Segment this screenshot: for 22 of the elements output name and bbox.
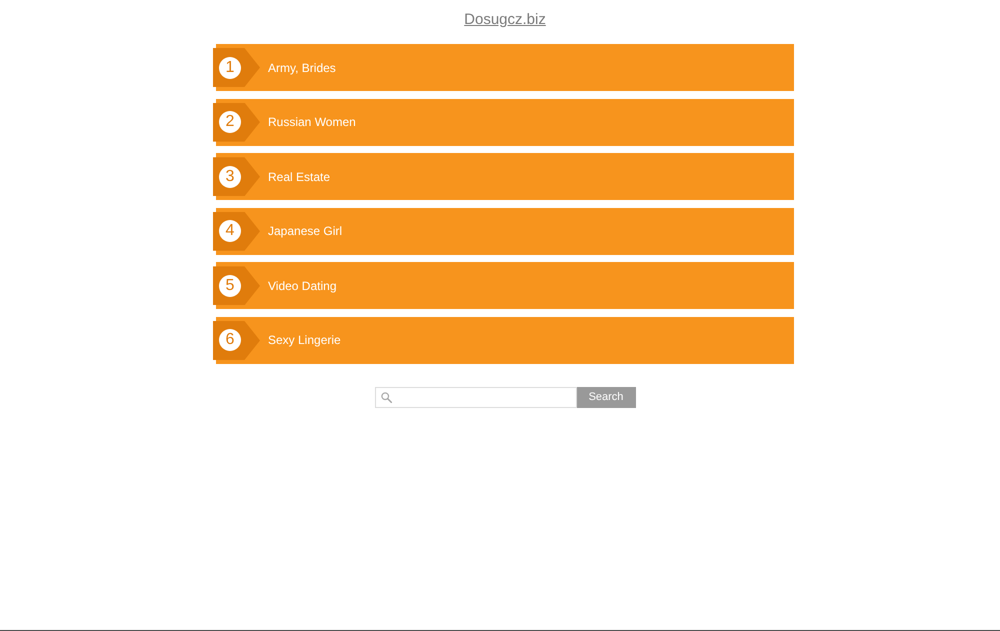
link-bar[interactable]: 3 Real Estate [216,153,794,200]
number-badge: 6 [219,329,241,352]
number-badge: 3 [219,166,241,188]
number-badge: 2 [219,111,241,134]
link-bar[interactable]: 5 Video Dating [216,262,794,310]
search-field[interactable] [374,386,576,408]
link-bar[interactable]: 1 Army, Brides [216,44,794,91]
link-label: Japanese Girl [268,223,342,240]
site-title-link[interactable]: Dosugcz.biz [464,10,546,30]
link-label: Russian Women [268,114,356,130]
link-label: Sexy Lingerie [268,332,341,348]
search-button[interactable]: Search [576,386,636,408]
link-bar[interactable]: 4 Japanese Girl [216,208,794,255]
number-badge: 5 [219,274,241,297]
number-badge: 1 [219,56,241,78]
link-label: Video Dating [268,278,336,294]
number-badge: 4 [219,220,241,242]
link-label: Real Estate [268,168,330,185]
link-bar[interactable]: 6 Sexy Lingerie [216,316,794,364]
link-bar[interactable]: 2 Russian Women [216,98,794,146]
link-label: Army, Brides [268,60,336,76]
search-icon [380,392,392,403]
